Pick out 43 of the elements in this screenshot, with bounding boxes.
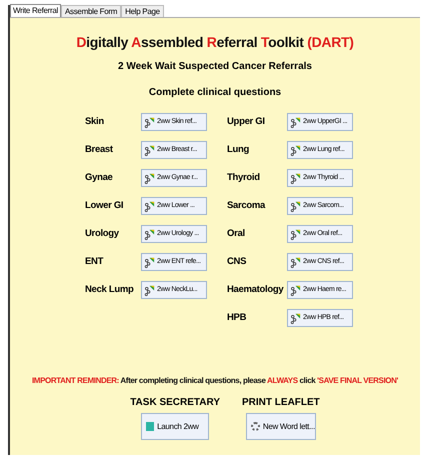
category-label: Urology xyxy=(85,226,120,241)
network-icon xyxy=(144,144,155,156)
reminder-text: IMPORTANT REMINDER: After completing clinical questions, please ALWAYS click 'SAVE FINAL VERSION' xyxy=(32,375,398,387)
category-label: CNS xyxy=(227,254,248,269)
action-heading: PRINT LEAFLET xyxy=(242,396,320,410)
category-label: Upper GI xyxy=(227,114,266,129)
network-icon xyxy=(144,256,155,268)
network-icon xyxy=(290,200,301,212)
action-button[interactable]: New Word lett... xyxy=(246,413,316,440)
square-icon xyxy=(146,422,154,431)
tab[interactable]: Write Referral xyxy=(10,4,61,17)
network-icon xyxy=(144,172,155,184)
category-label: Skin xyxy=(85,114,105,129)
gear-icon xyxy=(250,422,260,431)
network-icon xyxy=(144,228,155,240)
action-button[interactable]: Launch 2ww xyxy=(141,413,210,440)
network-icon xyxy=(290,172,301,184)
network-icon xyxy=(290,256,301,268)
network-icon xyxy=(144,200,155,212)
tab[interactable]: Help Page xyxy=(121,5,164,17)
section-heading: Complete clinical questions xyxy=(148,86,282,100)
network-icon xyxy=(290,284,301,296)
category-label: Neck Lump xyxy=(85,282,135,297)
category-label: Haematology xyxy=(227,282,284,297)
network-icon xyxy=(144,284,155,296)
category-label: Thyroid xyxy=(227,170,261,185)
category-label: Lung xyxy=(227,142,250,157)
category-label: ENT xyxy=(85,254,104,269)
app-title: Digitally Assembled Referral Toolkit (DART) xyxy=(76,33,354,52)
category-label: Oral xyxy=(227,226,246,241)
network-icon xyxy=(144,116,155,128)
subtitle: 2 Week Wait Suspected Cancer Referrals xyxy=(118,60,312,74)
network-icon xyxy=(290,312,301,324)
category-label: Breast xyxy=(85,142,114,157)
category-label: Gynae xyxy=(85,170,114,185)
network-icon xyxy=(290,116,301,128)
network-icon xyxy=(290,228,301,240)
tab[interactable]: Assemble Form xyxy=(61,5,122,17)
network-icon xyxy=(290,144,301,156)
action-heading: TASK SECRETARY xyxy=(130,396,220,410)
category-label: Sarcoma xyxy=(227,198,266,213)
category-label: HPB xyxy=(227,310,248,325)
category-label: Lower GI xyxy=(85,198,124,213)
